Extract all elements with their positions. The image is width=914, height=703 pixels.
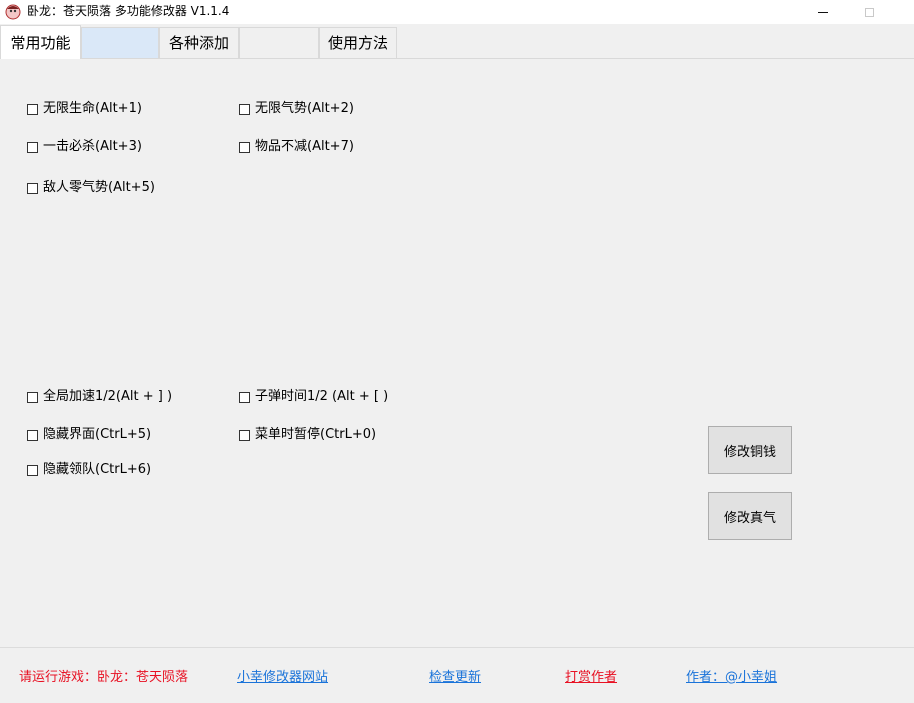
donate-link[interactable]: 打赏作者 bbox=[565, 670, 617, 686]
option-label: 无限生命(Alt+1) bbox=[43, 101, 142, 116]
checkbox-icon[interactable] bbox=[27, 464, 38, 476]
option-items-no-decrease[interactable]: 物品不减(Alt+7) bbox=[239, 139, 354, 155]
modify-copper-button[interactable]: 修改铜钱 bbox=[708, 426, 792, 474]
modify-qi-button[interactable]: 修改真气 bbox=[708, 492, 792, 540]
checkbox-icon[interactable] bbox=[27, 182, 38, 194]
checkbox-icon[interactable] bbox=[27, 391, 38, 403]
window-title: 卧龙：苍天陨落 多功能修改器 V1.1.4 bbox=[27, 4, 230, 18]
title-bar: 卧龙：苍天陨落 多功能修改器 V1.1.4 bbox=[0, 0, 914, 24]
option-label: 子弹时间1/2 (Alt + [ ) bbox=[255, 389, 389, 404]
option-label: 一击必杀(Alt+3) bbox=[43, 139, 142, 154]
minimize-button[interactable] bbox=[800, 0, 846, 24]
maximize-icon bbox=[864, 7, 874, 17]
checkbox-icon[interactable] bbox=[239, 429, 250, 441]
option-enemy-zero-morale[interactable]: 敌人零气势(Alt+5) bbox=[27, 180, 155, 196]
app-logo-icon bbox=[5, 4, 21, 20]
check-update-link[interactable]: 检查更新 bbox=[429, 670, 481, 686]
option-hide-ui[interactable]: 隐藏界面(CtrL+5) bbox=[27, 427, 151, 443]
option-infinite-hp[interactable]: 无限生命(Alt+1) bbox=[27, 101, 142, 117]
checkbox-icon[interactable] bbox=[27, 103, 38, 115]
option-label: 全局加速1/2(Alt + ] ) bbox=[43, 389, 173, 404]
option-label: 敌人零气势(Alt+5) bbox=[43, 180, 155, 195]
option-label: 无限气势(Alt+2) bbox=[255, 101, 354, 116]
option-label: 隐藏领队(CtrL+6) bbox=[43, 462, 152, 477]
option-hide-team[interactable]: 隐藏领队(CtrL+6) bbox=[27, 462, 151, 478]
option-infinite-morale[interactable]: 无限气势(Alt+2) bbox=[239, 101, 354, 117]
tab-blank-1[interactable] bbox=[81, 27, 159, 58]
footer-divider bbox=[0, 647, 914, 648]
checkbox-icon[interactable] bbox=[27, 429, 38, 441]
author-link[interactable]: 作者：@小幸姐 bbox=[686, 670, 777, 686]
website-link[interactable]: 小幸修改器网站 bbox=[237, 670, 328, 686]
option-global-speed[interactable]: 全局加速1/2(Alt + ] ) bbox=[27, 389, 172, 405]
checkbox-icon[interactable] bbox=[239, 141, 250, 153]
tab-usage[interactable]: 使用方法 bbox=[319, 27, 397, 58]
option-bullet-time[interactable]: 子弹时间1/2 (Alt + [ ) bbox=[239, 389, 388, 405]
tab-common-functions[interactable]: 常用功能 bbox=[0, 25, 81, 59]
option-label: 物品不减(Alt+7) bbox=[255, 139, 354, 154]
tab-strip: 各种添加 使用方法 常用功能 bbox=[0, 25, 914, 59]
option-label: 菜单时暂停(CtrL+0) bbox=[255, 427, 377, 442]
option-one-hit-kill[interactable]: 一击必杀(Alt+3) bbox=[27, 139, 142, 155]
tab-add-items[interactable]: 各种添加 bbox=[159, 27, 239, 58]
run-game-status: 请运行游戏：卧龙：苍天陨落 bbox=[19, 670, 189, 685]
option-label: 隐藏界面(CtrL+5) bbox=[43, 427, 152, 442]
checkbox-icon[interactable] bbox=[239, 103, 250, 115]
maximize-button[interactable] bbox=[846, 0, 892, 24]
checkbox-icon[interactable] bbox=[27, 141, 38, 153]
tab-blank-2[interactable] bbox=[239, 27, 319, 58]
checkbox-icon[interactable] bbox=[239, 391, 250, 403]
minimize-icon bbox=[818, 11, 828, 13]
option-menu-pause[interactable]: 菜单时暂停(CtrL+0) bbox=[239, 427, 376, 443]
